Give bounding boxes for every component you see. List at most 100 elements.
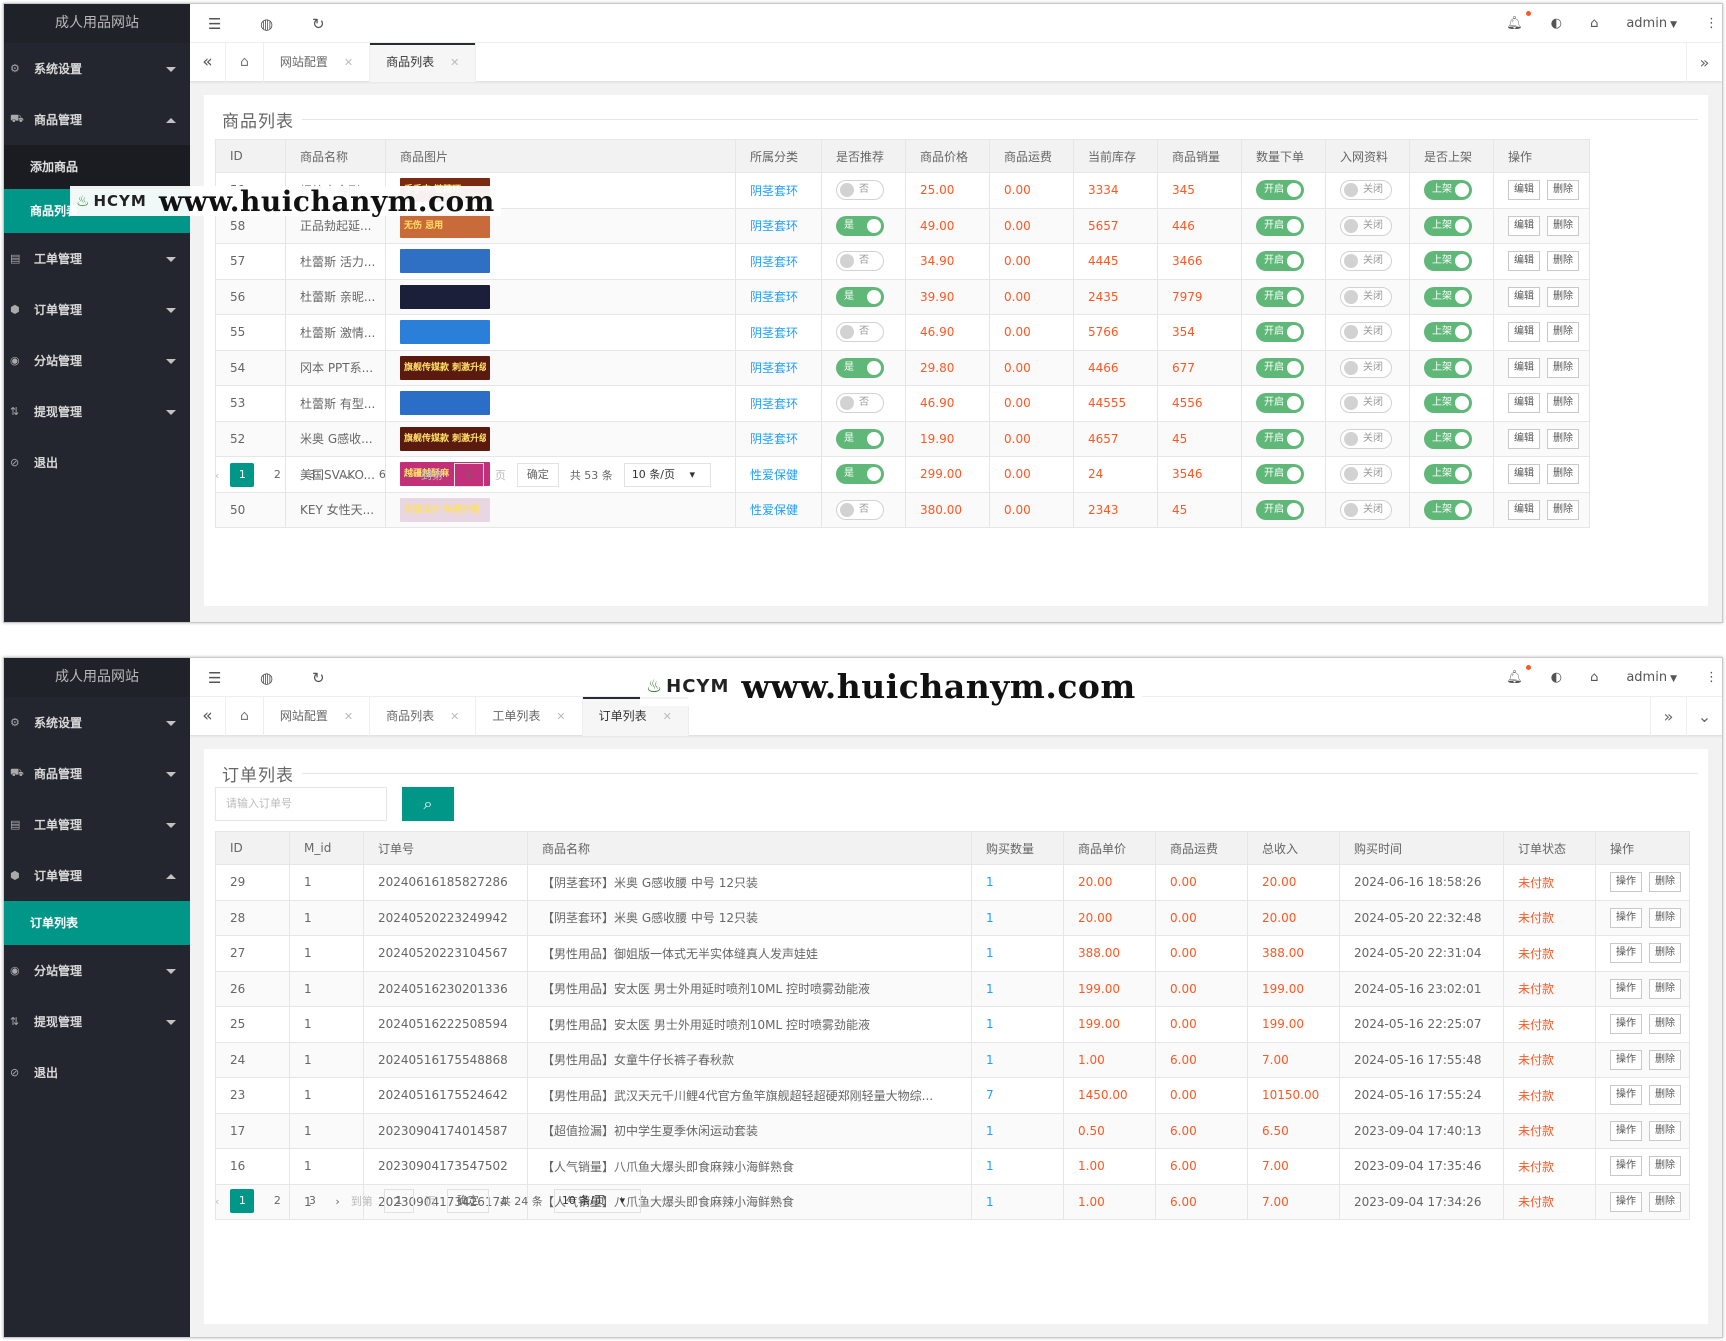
edit-button[interactable]: 编辑 (1508, 180, 1540, 201)
more-icon[interactable]: ⋮ (1705, 16, 1718, 31)
tab-home[interactable]: ⌂ (226, 43, 264, 82)
tabs-scroll-left-icon[interactable]: « (190, 697, 226, 736)
page-input[interactable]: 1 (383, 1189, 414, 1213)
sidebar-item[interactable]: ⇅ 提现管理 (4, 386, 190, 437)
network-info-toggle[interactable]: 关闭 (1340, 499, 1392, 520)
quantity-order-toggle[interactable]: 开启 (1256, 322, 1304, 343)
search-button[interactable]: ⌕ (402, 787, 454, 821)
edit-button[interactable]: 编辑 (1508, 499, 1540, 520)
quantity-order-toggle[interactable]: 开启 (1256, 499, 1304, 520)
prev-page-icon[interactable]: ‹ (215, 1195, 219, 1208)
listed-toggle[interactable]: 上架 (1424, 499, 1472, 520)
sidebar-item[interactable]: ⬢ 订单管理 (4, 850, 190, 901)
user-menu[interactable]: admin ▼ (1626, 16, 1677, 31)
delete-button[interactable]: 删除 (1649, 1191, 1681, 1212)
confirm-button[interactable]: 确定 (446, 1189, 489, 1213)
tab-item[interactable]: 网站配置 ✕ (264, 697, 371, 736)
tab-item[interactable]: 商品列表 ✕ (370, 43, 477, 82)
listed-toggle[interactable]: 上架 (1424, 286, 1472, 307)
category-link[interactable]: 性爱保健 (750, 503, 798, 517)
delete-button[interactable]: 删除 (1547, 215, 1579, 236)
listed-toggle[interactable]: 上架 (1424, 322, 1472, 343)
quantity-order-toggle[interactable]: 开启 (1256, 464, 1304, 485)
delete-button[interactable]: 删除 (1547, 286, 1579, 307)
listed-toggle[interactable]: 上架 (1424, 464, 1472, 485)
edit-button[interactable]: 编辑 (1508, 464, 1540, 485)
sidebar-subitem[interactable]: 添加商品 (4, 145, 190, 189)
page-size-select[interactable]: 10 条/页 ▾ (553, 1189, 642, 1213)
page-number[interactable]: 1 (230, 463, 255, 487)
page-size-select[interactable]: 10 条/页 ▾ (623, 463, 712, 487)
sidebar-subitem[interactable]: 订单列表 (4, 901, 190, 945)
category-link[interactable]: 性爱保健 (750, 468, 798, 482)
delete-button[interactable]: 删除 (1547, 251, 1579, 272)
sidebar-item[interactable]: ▤ 工单管理 (4, 233, 190, 284)
quantity-order-toggle[interactable]: 开启 (1256, 215, 1304, 236)
network-info-toggle[interactable]: 关闭 (1340, 464, 1392, 485)
category-link[interactable]: 阴茎套环 (750, 255, 798, 269)
page-input[interactable]: 1 (453, 463, 484, 487)
tabs-scroll-right-icon[interactable]: » (1650, 697, 1686, 736)
recommend-toggle[interactable]: 是 (836, 357, 884, 378)
listed-toggle[interactable]: 上架 (1424, 251, 1472, 272)
globe-icon[interactable]: ◍ (260, 15, 312, 33)
listed-toggle[interactable]: 上架 (1424, 357, 1472, 378)
next-page-icon[interactable]: › (335, 1195, 339, 1208)
delete-button[interactable]: 删除 (1547, 322, 1579, 343)
delete-button[interactable]: 删除 (1649, 978, 1681, 999)
operate-button[interactable]: 操作 (1610, 872, 1642, 893)
page-number[interactable]: 2 (265, 463, 289, 487)
recommend-toggle[interactable]: 否 (836, 393, 884, 414)
tab-item[interactable]: 工单列表 ✕ (476, 697, 583, 736)
close-icon[interactable]: ✕ (344, 710, 353, 723)
delete-button[interactable]: 删除 (1649, 943, 1681, 964)
globe-icon[interactable]: ◍ (260, 669, 312, 687)
category-link[interactable]: 阴茎套环 (750, 432, 798, 446)
tab-item[interactable]: 网站配置 ✕ (264, 43, 371, 82)
page-number[interactable]: 3 (300, 463, 324, 487)
category-link[interactable]: 阴茎套环 (750, 290, 798, 304)
listed-toggle[interactable]: 上架 (1424, 428, 1472, 449)
quantity-order-toggle[interactable]: 开启 (1256, 357, 1304, 378)
edit-button[interactable]: 编辑 (1508, 357, 1540, 378)
network-info-toggle[interactable]: 关闭 (1340, 180, 1392, 201)
sidebar-item[interactable]: ⊘ 退出 (4, 1047, 190, 1098)
network-info-toggle[interactable]: 关闭 (1340, 215, 1392, 236)
operate-button[interactable]: 操作 (1610, 978, 1642, 999)
edit-button[interactable]: 编辑 (1508, 428, 1540, 449)
delete-button[interactable]: 删除 (1547, 464, 1579, 485)
more-icon[interactable]: ⋮ (1705, 670, 1718, 685)
page-number[interactable]: 3 (300, 1189, 324, 1213)
quantity-order-toggle[interactable]: 开启 (1256, 393, 1304, 414)
recommend-toggle[interactable]: 是 (836, 286, 884, 307)
page-number[interactable]: 1 (230, 1189, 255, 1213)
quantity-order-toggle[interactable]: 开启 (1256, 286, 1304, 307)
palette-icon[interactable]: ◐ (1551, 670, 1562, 685)
next-page-icon[interactable]: › (405, 469, 409, 482)
sidebar-item[interactable]: ⛟ 商品管理 (4, 94, 190, 145)
category-link[interactable]: 阴茎套环 (750, 397, 798, 411)
operate-button[interactable]: 操作 (1610, 907, 1642, 928)
recommend-toggle[interactable]: 否 (836, 180, 884, 201)
delete-button[interactable]: 删除 (1649, 872, 1681, 893)
prev-page-icon[interactable]: ‹ (215, 469, 219, 482)
delete-button[interactable]: 删除 (1649, 1085, 1681, 1106)
quantity-order-toggle[interactable]: 开启 (1256, 180, 1304, 201)
order-search-input[interactable]: 请输入订单号 (215, 787, 387, 821)
edit-button[interactable]: 编辑 (1508, 251, 1540, 272)
sidebar-item[interactable]: ◉ 分站管理 (4, 945, 190, 996)
delete-button[interactable]: 删除 (1547, 499, 1579, 520)
quantity-order-toggle[interactable]: 开启 (1256, 251, 1304, 272)
sidebar-item[interactable]: ⇅ 提现管理 (4, 996, 190, 1047)
edit-button[interactable]: 编辑 (1508, 393, 1540, 414)
close-icon[interactable]: ✕ (450, 710, 459, 723)
tag-icon[interactable]: ⌂ (1590, 16, 1598, 31)
category-link[interactable]: 阴茎套环 (750, 219, 798, 233)
sidebar-item[interactable]: ⬢ 订单管理 (4, 284, 190, 335)
listed-toggle[interactable]: 上架 (1424, 215, 1472, 236)
menu-fold-icon[interactable]: ☰ (208, 669, 260, 687)
tabs-dropdown-icon[interactable]: ⌄ (1686, 697, 1722, 736)
delete-button[interactable]: 删除 (1649, 1049, 1681, 1070)
user-menu[interactable]: admin ▼ (1626, 670, 1677, 685)
network-info-toggle[interactable]: 关闭 (1340, 322, 1392, 343)
